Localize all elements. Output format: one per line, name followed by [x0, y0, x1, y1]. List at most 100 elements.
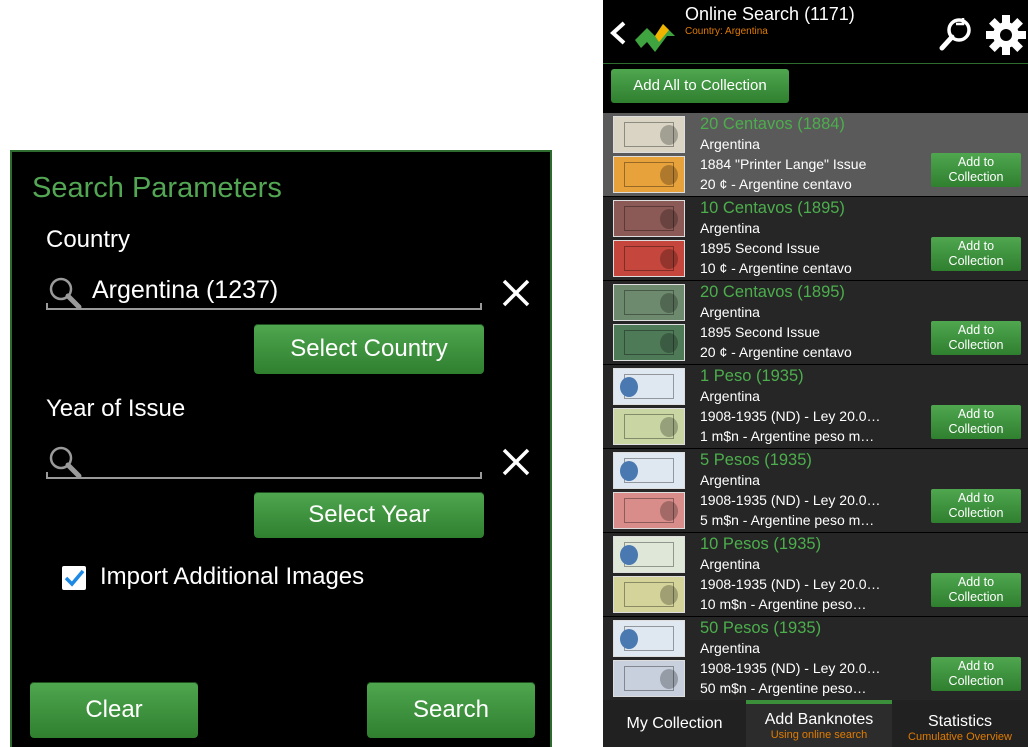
item-denomination: 20 ¢ - Argentine centavo — [700, 176, 852, 192]
item-country: Argentina — [700, 556, 760, 572]
item-country: Argentina — [700, 472, 760, 488]
list-item[interactable]: 20 Centavos (1884) Argentina 1884 "Print… — [603, 113, 1028, 197]
item-denomination: 10 m$n - Argentine peso… — [700, 596, 867, 612]
item-issue: 1908-1935 (ND) - Ley 20.0… — [700, 660, 881, 676]
item-country: Argentina — [700, 388, 760, 404]
item-country: Argentina — [700, 136, 760, 152]
search-button[interactable]: Search — [367, 682, 535, 738]
app-logo-icon — [635, 24, 675, 52]
list-item[interactable]: 1 Peso (1935) Argentina 1908-1935 (ND) -… — [603, 365, 1028, 449]
add-to-line2: Collection — [948, 506, 1004, 520]
add-to-line2: Collection — [948, 338, 1004, 352]
country-value: Argentina (1237) — [92, 276, 279, 304]
banknote-thumbnail — [609, 115, 689, 194]
item-denomination: 10 ¢ - Argentine centavo — [700, 260, 852, 276]
item-country: Argentina — [700, 304, 760, 320]
item-issue: 1895 Second Issue — [700, 240, 820, 256]
import-images-checkbox[interactable] — [62, 566, 86, 590]
add-to-line1: Add to — [957, 659, 995, 673]
tab-subtitle: Cumulative Overview — [908, 731, 1012, 743]
back-arrow-icon[interactable] — [607, 20, 631, 46]
item-issue: 1908-1935 (ND) - Ley 20.0… — [700, 408, 881, 424]
add-to-collection-button[interactable]: Add to Collection — [931, 657, 1021, 691]
banknote-thumbnail — [609, 451, 689, 530]
add-to-line1: Add to — [957, 407, 995, 421]
online-search-screen: Online Search (1171) Country: Argentina … — [603, 0, 1028, 747]
active-tab-indicator — [746, 700, 892, 704]
banknote-thumbnail — [609, 199, 689, 278]
item-denomination: 1 m$n - Argentine peso m… — [700, 428, 875, 444]
search-icon — [49, 277, 82, 310]
banknote-thumbnail — [609, 367, 689, 446]
list-item[interactable]: 10 Pesos (1935) Argentina 1908-1935 (ND)… — [603, 533, 1028, 617]
item-denomination: 5 m$n - Argentine peso m… — [700, 512, 875, 528]
add-to-line2: Collection — [948, 590, 1004, 604]
add-all-button[interactable]: Add All to Collection — [611, 69, 789, 103]
add-to-line2: Collection — [948, 170, 1004, 184]
clear-country-icon[interactable] — [498, 275, 534, 311]
item-country: Argentina — [700, 220, 760, 236]
select-country-button[interactable]: Select Country — [254, 324, 484, 374]
tab-title: Add Banknotes — [764, 711, 874, 728]
add-to-collection-button[interactable]: Add to Collection — [931, 489, 1021, 523]
reset-search-icon[interactable] — [939, 16, 975, 52]
add-to-collection-button[interactable]: Add to Collection — [931, 405, 1021, 439]
add-to-line2: Collection — [948, 674, 1004, 688]
add-to-line1: Add to — [957, 155, 995, 169]
add-to-collection-button[interactable]: Add to Collection — [931, 321, 1021, 355]
search-parameters-dialog: Search Parameters Country Argentina (123… — [10, 150, 552, 747]
item-name: 20 Centavos (1884) — [700, 115, 845, 133]
item-name: 1 Peso (1935) — [700, 367, 804, 385]
tab-title: My Collection — [626, 715, 723, 732]
banknote-thumbnail — [609, 283, 689, 362]
banknote-thumbnail — [609, 619, 689, 698]
clear-button[interactable]: Clear — [30, 682, 198, 738]
add-to-collection-button[interactable]: Add to Collection — [931, 153, 1021, 187]
add-to-line1: Add to — [957, 239, 995, 253]
item-name: 20 Centavos (1895) — [700, 283, 845, 301]
tab-my-collection[interactable]: My Collection — [603, 700, 746, 747]
list-item[interactable]: 20 Centavos (1895) Argentina 1895 Second… — [603, 281, 1028, 365]
item-issue: 1908-1935 (ND) - Ley 20.0… — [700, 576, 881, 592]
app-title: Online Search (1171) — [685, 4, 855, 24]
list-item[interactable]: 50 Pesos (1935) Argentina 1908-1935 (ND)… — [603, 617, 1028, 701]
item-issue: 1908-1935 (ND) - Ley 20.0… — [700, 492, 881, 508]
select-year-button[interactable]: Select Year — [254, 492, 484, 538]
item-issue: 1895 Second Issue — [700, 324, 820, 340]
dialog-title: Search Parameters — [32, 172, 282, 204]
search-icon — [49, 446, 82, 479]
settings-gear-icon[interactable] — [985, 14, 1027, 56]
list-item[interactable]: 10 Centavos (1895) Argentina 1895 Second… — [603, 197, 1028, 281]
list-item[interactable]: 5 Pesos (1935) Argentina 1908-1935 (ND) … — [603, 449, 1028, 533]
item-name: 50 Pesos (1935) — [700, 619, 822, 637]
add-to-line2: Collection — [948, 254, 1004, 268]
item-issue: 1884 "Printer Lange" Issue — [700, 156, 867, 172]
app-subtitle: Country: Argentina — [685, 26, 768, 37]
add-to-line1: Add to — [957, 575, 995, 589]
country-field[interactable]: Argentina (1237) — [46, 274, 482, 310]
item-country: Argentina — [700, 640, 760, 656]
year-field[interactable] — [46, 443, 482, 479]
top-bar: Online Search (1171) Country: Argentina — [603, 0, 1028, 64]
item-denomination: 50 m$n - Argentine peso… — [700, 680, 867, 696]
country-label: Country — [46, 226, 131, 253]
tab-title: Statistics — [927, 713, 992, 730]
checkmark-icon — [64, 569, 85, 587]
clear-year-icon[interactable] — [498, 444, 534, 480]
bottom-navigation: My Collection Add Banknotes Using online… — [603, 700, 1028, 747]
tab-add-banknotes[interactable]: Add Banknotes Using online search — [746, 700, 892, 747]
add-to-collection-button[interactable]: Add to Collection — [931, 573, 1021, 607]
item-name: 10 Pesos (1935) — [700, 535, 822, 553]
add-to-line1: Add to — [957, 491, 995, 505]
import-images-label: Import Additional Images — [100, 563, 365, 590]
item-denomination: 20 ¢ - Argentine centavo — [700, 344, 852, 360]
add-to-line1: Add to — [957, 323, 995, 337]
year-label: Year of Issue — [46, 395, 186, 422]
banknote-thumbnail — [609, 535, 689, 614]
banknote-list: 20 Centavos (1884) Argentina 1884 "Print… — [603, 113, 1028, 701]
tab-subtitle: Using online search — [770, 729, 868, 741]
add-to-collection-button[interactable]: Add to Collection — [931, 237, 1021, 271]
tab-statistics[interactable]: Statistics Cumulative Overview — [892, 700, 1028, 747]
item-name: 10 Centavos (1895) — [700, 199, 845, 217]
item-name: 5 Pesos (1935) — [700, 451, 812, 469]
